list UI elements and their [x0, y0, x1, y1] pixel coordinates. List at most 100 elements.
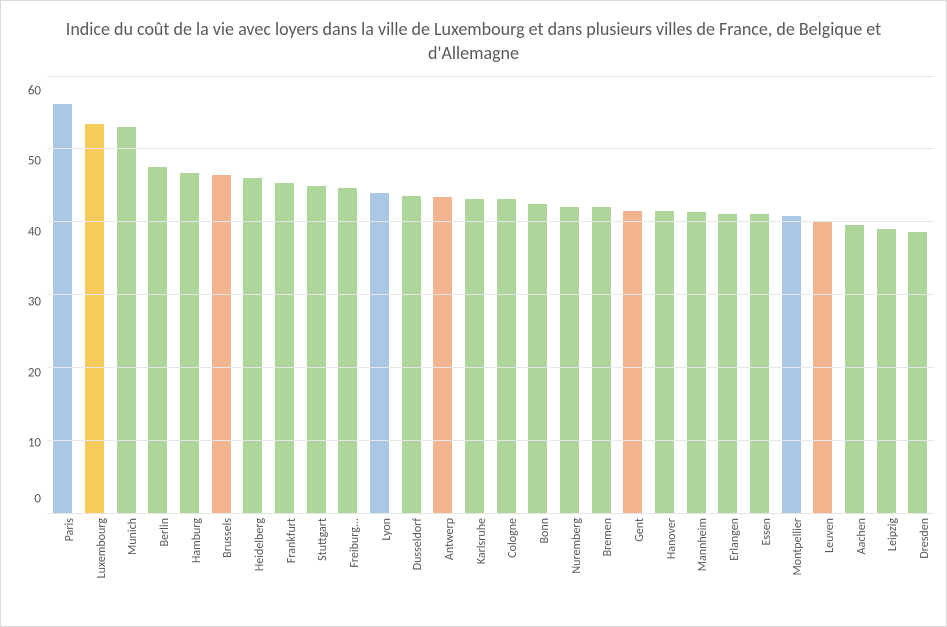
x-label-slot: Karlsruhe — [459, 514, 491, 596]
x-label-slot: Dusseldorf — [395, 514, 427, 596]
x-label-slot: Berlin — [142, 514, 174, 596]
bar-aachen — [845, 225, 864, 513]
bar-frankfurt — [275, 183, 294, 512]
x-label-slot: Mannheim — [680, 514, 712, 596]
x-label-slot: Nuremberg — [554, 514, 586, 596]
bar-dresden — [908, 232, 927, 512]
x-label: Hamburg — [190, 518, 204, 563]
plot — [47, 76, 934, 514]
x-label: Essen — [760, 518, 774, 546]
y-tick: 50 — [28, 154, 41, 169]
x-label-slot: Hanover — [649, 514, 681, 596]
grid-line — [47, 367, 934, 368]
x-label: Karlsruhe — [475, 518, 489, 564]
chart-container: Indice du coût de la vie avec loyers dan… — [0, 0, 947, 627]
x-label-slot: Frankfurt — [269, 514, 301, 596]
bar-dusseldorf — [402, 196, 421, 513]
grid-line — [47, 76, 934, 77]
x-label: Montpellier — [791, 518, 805, 576]
x-label: Antwerp — [443, 518, 457, 560]
bar-essen — [750, 214, 769, 513]
y-tick: 10 — [28, 436, 41, 451]
bar-brussels — [212, 175, 231, 513]
grid-line — [47, 221, 934, 222]
x-label: Paris — [63, 518, 77, 541]
bar-antwerp — [433, 197, 452, 512]
y-tick: 20 — [28, 365, 41, 380]
x-label-slot: Erlangen — [712, 514, 744, 596]
bar-stuttgart — [307, 186, 326, 512]
x-label: Luxembourg — [95, 518, 109, 578]
y-tick: 0 — [34, 491, 41, 506]
x-label-slot: Freiburg... — [332, 514, 364, 596]
x-label: Heidelberg — [253, 518, 267, 571]
plot-area: 6050403020100 — [13, 76, 934, 514]
bar-hanover — [655, 211, 674, 513]
x-label: Hanover — [665, 518, 679, 559]
x-label-slot: Leuven — [807, 514, 839, 596]
bar-munich — [117, 127, 136, 513]
x-label-slot: Essen — [744, 514, 776, 596]
bar-freiburg- — [338, 188, 357, 513]
bar-luxembourg — [85, 124, 104, 512]
x-label: Gent — [633, 518, 647, 542]
x-label: Bremen — [601, 518, 615, 556]
x-axis: Paris Luxembourg Munich Berlin Hamburg Brusse… — [47, 514, 934, 596]
bar-hamburg — [180, 173, 199, 512]
x-label-slot: Heidelberg — [237, 514, 269, 596]
x-label-slot: Cologne — [490, 514, 522, 596]
x-label-slot: Bonn — [522, 514, 554, 596]
bar-montpellier — [782, 216, 801, 512]
x-label-slot: Dresden — [902, 514, 934, 596]
bar-leipzig — [877, 229, 896, 512]
x-label-slot: Lyon — [364, 514, 396, 596]
x-label: Aachen — [855, 518, 869, 554]
bar-nuremberg — [560, 207, 579, 513]
x-label: Dresden — [918, 518, 932, 559]
x-label: Brussels — [221, 518, 235, 558]
x-label-slot: Gent — [617, 514, 649, 596]
bar-lyon — [370, 193, 389, 513]
x-label-slot: Leipzig — [870, 514, 902, 596]
bar-bonn — [528, 204, 547, 513]
x-label: Freiburg... — [348, 518, 362, 568]
grid-line — [47, 440, 934, 441]
x-label-slot: Montpellier — [775, 514, 807, 596]
bar-karlsruhe — [465, 199, 484, 512]
x-label: Cologne — [506, 518, 520, 558]
x-label: Leipzig — [886, 518, 900, 551]
x-label-slot: Brussels — [205, 514, 237, 596]
y-axis: 6050403020100 — [13, 76, 47, 514]
chart-title: Indice du coût de la vie avec loyers dan… — [33, 17, 914, 66]
grid-line — [47, 294, 934, 295]
x-label: Nuremberg — [570, 518, 584, 574]
x-label: Leuven — [823, 518, 837, 553]
bar-bremen — [592, 207, 611, 512]
x-label-slot: Munich — [110, 514, 142, 596]
x-label-slot: Stuttgart — [300, 514, 332, 596]
y-tick: 60 — [28, 83, 41, 98]
y-tick: 40 — [28, 224, 41, 239]
bar-gent — [623, 211, 642, 513]
x-label: Frankfurt — [285, 518, 299, 563]
x-label: Mannheim — [696, 518, 710, 571]
bar-erlangen — [718, 214, 737, 513]
bar-berlin — [148, 167, 167, 513]
x-label: Bonn — [538, 518, 552, 543]
bar-heidelberg — [243, 178, 262, 512]
x-label: Lyon — [380, 518, 394, 541]
x-label: Erlangen — [728, 518, 742, 561]
x-label: Munich — [126, 518, 140, 555]
x-label-slot: Paris — [47, 514, 79, 596]
x-label-slot: Aachen — [839, 514, 871, 596]
x-label-slot: Hamburg — [174, 514, 206, 596]
x-label-slot: Luxembourg — [79, 514, 111, 596]
bar-paris — [53, 104, 72, 513]
x-label: Stuttgart — [316, 518, 330, 561]
bar-cologne — [497, 199, 516, 512]
x-label: Berlin — [158, 518, 172, 547]
bar-mannheim — [687, 212, 706, 513]
x-label-slot: Antwerp — [427, 514, 459, 596]
x-label: Dusseldorf — [411, 518, 425, 570]
grid-line — [47, 148, 934, 149]
